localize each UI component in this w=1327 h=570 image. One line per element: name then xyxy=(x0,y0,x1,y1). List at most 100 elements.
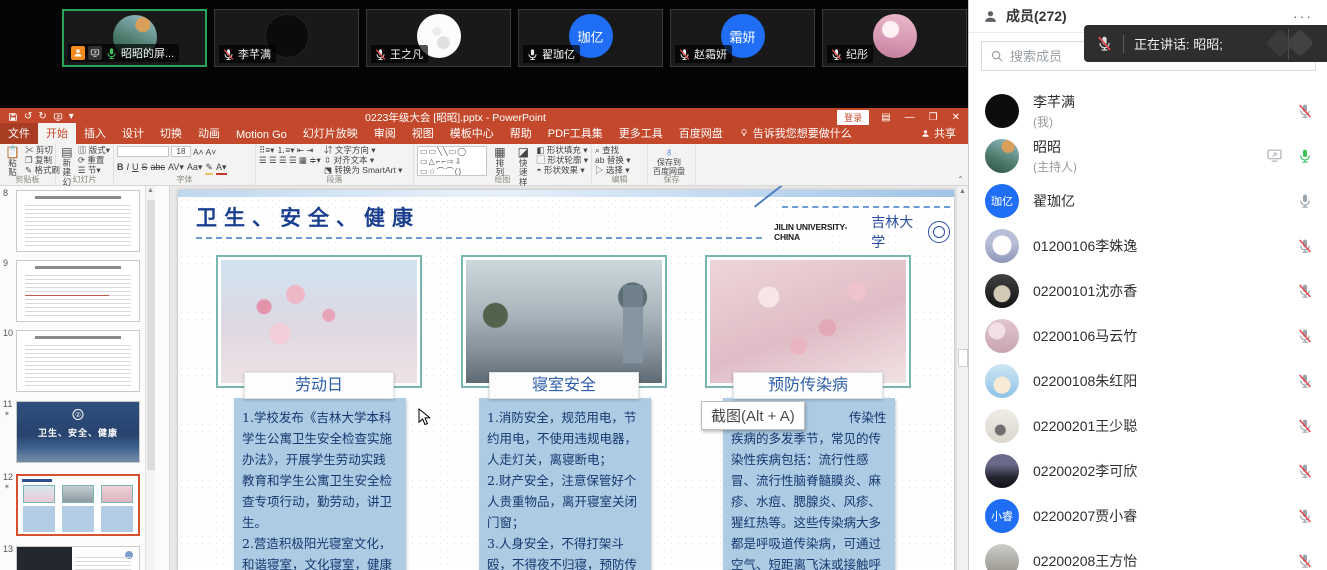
font-size-box[interactable]: 18 xyxy=(171,146,191,157)
text-panel[interactable]: 1.学校发布《吉林大学本科学生公寓卫生安全检查实施办法》，开展学生劳动实践教育和… xyxy=(234,398,406,570)
restore-button[interactable]: ❐ xyxy=(929,112,938,123)
reset-button[interactable]: ⟳ 重置 xyxy=(78,156,110,165)
tab-template-center[interactable]: 模板中心 xyxy=(442,123,502,144)
shrink-font-icon[interactable]: A˅ xyxy=(206,147,217,157)
member-row[interactable]: 李芊满(我) xyxy=(969,88,1327,133)
thumbnail-slide-13[interactable] xyxy=(16,546,140,570)
tab-home[interactable]: 开始 xyxy=(38,123,76,144)
underline-button[interactable]: U xyxy=(132,162,139,172)
redo-icon[interactable]: ↻ xyxy=(38,112,46,122)
text-direction-button[interactable]: ⇵ 文字方向 ▾ xyxy=(324,146,402,155)
shapes-gallery[interactable]: ▭▭╲╲▭◯▭△⌐⌐⇨⇩▭☆⌒⌒() xyxy=(417,146,487,176)
mic-muted-icon[interactable] xyxy=(1297,283,1313,299)
grow-font-icon[interactable]: A˄ xyxy=(193,147,204,157)
alignment-icons[interactable]: ☰ ☰ ☰ ☰ ▦ ≑▾ xyxy=(259,156,321,165)
mic-muted-icon[interactable] xyxy=(1297,553,1313,569)
video-tile-wangzhifan[interactable]: 王之凡 xyxy=(366,9,511,67)
close-button[interactable]: ✕ xyxy=(952,112,960,123)
mic-muted-icon[interactable] xyxy=(1297,373,1313,389)
mic-muted-icon[interactable] xyxy=(1297,238,1313,254)
person-icon xyxy=(983,9,998,24)
member-row[interactable]: 02200201王少聪 xyxy=(969,403,1327,448)
column-title: 寝室安全 xyxy=(489,372,639,399)
tab-motion-go[interactable]: Motion Go xyxy=(228,127,295,144)
member-row[interactable]: 02200202李可欣 xyxy=(969,448,1327,493)
thumbnail-slide-8[interactable] xyxy=(16,190,140,252)
tab-help[interactable]: 帮助 xyxy=(502,123,540,144)
video-tile-zhaoshuangyan[interactable]: 霜妍 赵霜妍 xyxy=(670,9,815,67)
video-tile-zhaijiayi[interactable]: 珈亿 翟珈亿 xyxy=(518,9,663,67)
replace-button[interactable]: ab 替换 ▾ xyxy=(595,156,630,165)
member-row[interactable]: 01200106李姝逸 xyxy=(969,223,1327,268)
member-row[interactable]: 02200106马云竹 xyxy=(969,313,1327,358)
minimize-button[interactable]: — xyxy=(905,112,915,123)
slide-canvas[interactable]: 卫生、安全、健康 JILIN UNIVERSITY-CHINA 吉林大学 劳动日… xyxy=(178,190,954,570)
shape-outline-button[interactable]: ▢ 形状轮廓 ▾ xyxy=(536,156,588,165)
member-row[interactable]: 珈亿 翟珈亿 xyxy=(969,178,1327,223)
change-case-button[interactable]: Aa▾ xyxy=(187,162,203,173)
tab-design[interactable]: 设计 xyxy=(114,123,152,144)
ribbon-display-icon[interactable]: ▤ xyxy=(881,112,890,123)
align-text-button[interactable]: ⇳ 对齐文本 ▾ xyxy=(324,156,402,165)
arrange-button[interactable]: ▦排列 xyxy=(490,146,510,178)
text-panel[interactable]: 1.消防安全，规范用电，节约用电，不使用违规电器，人走灯关，离寝断电； 2.财产… xyxy=(479,398,651,570)
mic-on-icon[interactable] xyxy=(1297,193,1313,209)
tab-file[interactable]: 文件 xyxy=(0,123,38,144)
member-row[interactable]: 昭昭(主持人) xyxy=(969,133,1327,178)
photo-frame[interactable] xyxy=(216,255,422,388)
italic-button[interactable]: I xyxy=(127,162,130,172)
paste-button[interactable]: 📋粘贴 xyxy=(3,146,22,178)
member-row[interactable]: 小睿 02200207贾小睿 xyxy=(969,493,1327,538)
find-button[interactable]: ⌕ 查找 xyxy=(595,146,630,155)
tab-slideshow[interactable]: 幻灯片放映 xyxy=(295,123,366,144)
video-tile-zhaozhao-screen[interactable]: 昭昭的屏... xyxy=(62,9,207,67)
copy-button[interactable]: ❐ 复制 xyxy=(25,156,60,165)
bullets-numbering-icons[interactable]: ⠿≡▾ ⒈≡▾ ⇤ ⇥ xyxy=(259,146,321,155)
tell-me-box[interactable]: 告诉我您想要做什么 xyxy=(731,123,860,144)
shape-fill-button[interactable]: ◧ 形状填充 ▾ xyxy=(536,146,588,155)
slide-scrollbar[interactable]: ▲ xyxy=(956,186,968,570)
member-row[interactable]: 02200101沈亦香 xyxy=(969,268,1327,313)
save-to-baidu-button[interactable]: ♁保存到 百度网盘 xyxy=(651,146,687,177)
layout-button[interactable]: ▥ 版式▾ xyxy=(78,146,110,155)
bold-button[interactable]: B xyxy=(117,162,124,172)
mic-muted-icon[interactable] xyxy=(1297,103,1313,119)
video-tile-liqianman[interactable]: 李芊满 xyxy=(214,9,359,67)
participant-name: 昭昭的屏... xyxy=(121,45,174,61)
strikethrough-button[interactable]: S xyxy=(142,162,148,172)
photo-frame[interactable] xyxy=(461,255,667,388)
photo-frame[interactable] xyxy=(705,255,911,388)
tab-baidu-pan[interactable]: 百度网盘 xyxy=(671,123,731,144)
mic-muted-icon[interactable] xyxy=(1297,418,1313,434)
member-row[interactable]: 02200108朱红阳 xyxy=(969,358,1327,403)
char-spacing-button[interactable]: AV▾ xyxy=(168,162,184,173)
video-tile-jitong[interactable]: 纪彤 xyxy=(822,9,967,67)
tab-insert[interactable]: 插入 xyxy=(76,123,114,144)
shadow-button[interactable]: abc xyxy=(151,162,166,172)
thumbnail-slide-11[interactable]: ② 卫生、安全、健康 xyxy=(16,401,140,463)
thumbnail-scrollbar[interactable]: ▲ xyxy=(145,186,155,570)
mic-muted-icon[interactable] xyxy=(1297,328,1313,344)
tab-transitions[interactable]: 切换 xyxy=(152,123,190,144)
tab-animations[interactable]: 动画 xyxy=(190,123,228,144)
tab-pdf-tools[interactable]: PDF工具集 xyxy=(540,123,611,144)
thumbnail-slide-9[interactable] xyxy=(16,260,140,322)
thumbnail-slide-10[interactable] xyxy=(16,330,140,392)
participant-name: 李芊满 xyxy=(238,46,271,62)
collapse-ribbon-icon[interactable]: ⌃ xyxy=(957,175,964,184)
cut-button[interactable]: ✂ 剪切 xyxy=(25,146,60,155)
mic-muted-icon[interactable] xyxy=(1297,508,1313,524)
mic-muted-icon[interactable] xyxy=(1297,463,1313,479)
member-row[interactable]: 02200208王方怡 xyxy=(969,538,1327,570)
tab-more-tools[interactable]: 更多工具 xyxy=(611,123,671,144)
tab-review[interactable]: 审阅 xyxy=(366,123,404,144)
more-menu-icon[interactable]: ··· xyxy=(1293,12,1313,20)
share-button[interactable]: 共享 xyxy=(909,123,968,144)
mic-speaking-icon[interactable] xyxy=(1297,148,1313,164)
save-icon[interactable] xyxy=(8,112,18,122)
font-name-box[interactable] xyxy=(117,146,169,157)
slideshow-icon[interactable] xyxy=(53,112,63,122)
tab-view[interactable]: 视图 xyxy=(404,123,442,144)
thumbnail-slide-12-current[interactable] xyxy=(16,474,140,536)
undo-icon[interactable]: ↺ xyxy=(24,112,32,122)
